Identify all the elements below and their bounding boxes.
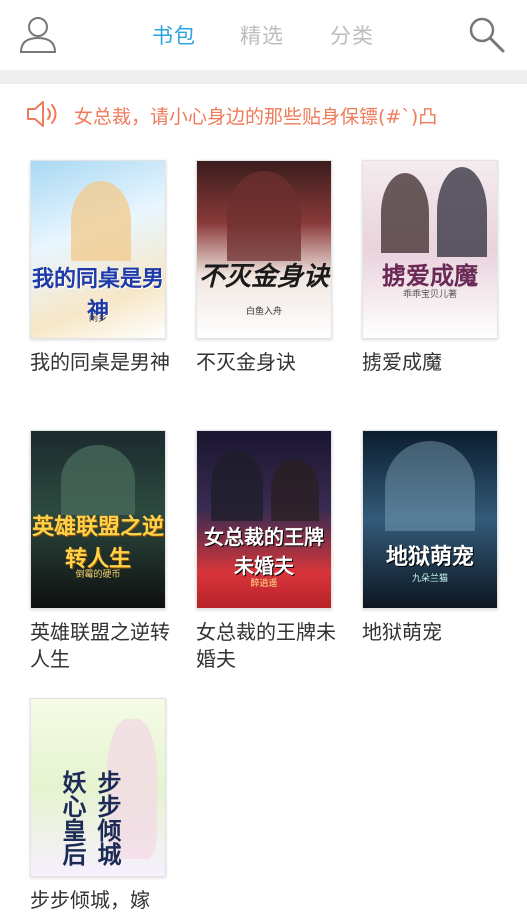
tab-bar: 书包 精选 分类 (0, 0, 527, 70)
cover-title: 地狱萌宠 (385, 544, 474, 570)
book-cover[interactable]: 我的同桌是男神 闲乡 (30, 160, 166, 339)
book-title[interactable]: 女总裁的王牌未婚夫 (196, 619, 338, 673)
cover-title: 掳爱成魔 (382, 261, 478, 290)
cover-title: 步步倾城 妖心皇后 (58, 769, 122, 866)
top-bar: 书包 精选 分类 (0, 0, 527, 70)
speaker-icon (27, 101, 57, 127)
book-title[interactable]: 不灭金身诀 (196, 349, 338, 376)
cover-author: 闲乡 (88, 314, 107, 324)
book-title[interactable]: 英雄联盟之逆转人生 (30, 619, 172, 673)
book-cover[interactable]: 不灭金身诀 白鱼入舟 (196, 160, 332, 339)
tab-categories[interactable]: 分类 (330, 20, 374, 50)
cover-author: 九朵兰猫 (411, 574, 448, 584)
tab-featured[interactable]: 精选 (240, 20, 284, 50)
book-title[interactable]: 我的同桌是男神 (30, 349, 172, 376)
book-item[interactable]: 英雄联盟之逆转人生 倒霉的硬币 英雄联盟之逆转人生 (30, 430, 180, 673)
book-item[interactable]: 步步倾城 妖心皇后 步步倾城，嫁 (30, 698, 180, 914)
book-title[interactable]: 步步倾城，嫁 (30, 887, 172, 914)
book-item[interactable]: 女总裁的王牌未婚夫 醉逍遥 女总裁的王牌未婚夫 (196, 430, 346, 673)
book-title[interactable]: 地狱萌宠 (362, 619, 504, 646)
cover-author: 倒霉的硬币 (75, 570, 121, 580)
book-cover[interactable]: 女总裁的王牌未婚夫 醉逍遥 (196, 430, 332, 609)
book-item[interactable]: 地狱萌宠 九朵兰猫 地狱萌宠 (362, 430, 512, 646)
book-cover[interactable]: 英雄联盟之逆转人生 倒霉的硬币 (30, 430, 166, 609)
book-cover[interactable]: 掳爱成魔 乖乖宝贝儿著 (362, 160, 498, 339)
book-item[interactable]: 我的同桌是男神 闲乡 我的同桌是男神 (30, 160, 180, 376)
search-icon[interactable] (466, 14, 506, 54)
cover-author: 白鱼入舟 (245, 307, 282, 317)
book-item[interactable]: 掳爱成魔 乖乖宝贝儿著 掳爱成魔 (362, 160, 512, 376)
header-divider (0, 70, 527, 84)
cover-title: 不灭金身诀 (198, 262, 329, 292)
tab-bookshelf[interactable]: 书包 (152, 20, 196, 50)
book-cover[interactable]: 地狱萌宠 九朵兰猫 (362, 430, 498, 609)
book-title[interactable]: 掳爱成魔 (362, 349, 504, 376)
cover-title: 英雄联盟之逆转人生 (31, 514, 164, 572)
cover-author: 醉逍遥 (250, 579, 278, 589)
book-item[interactable]: 不灭金身诀 白鱼入舟 不灭金身诀 (196, 160, 346, 376)
cover-title: 女总裁的王牌未婚夫 (204, 525, 324, 578)
cover-author: 乖乖宝贝儿著 (402, 290, 457, 300)
announcement-text[interactable]: 女总裁，请小心身边的那些贴身保镖(#`)凸 (74, 102, 437, 129)
book-cover[interactable]: 步步倾城 妖心皇后 (30, 698, 166, 877)
